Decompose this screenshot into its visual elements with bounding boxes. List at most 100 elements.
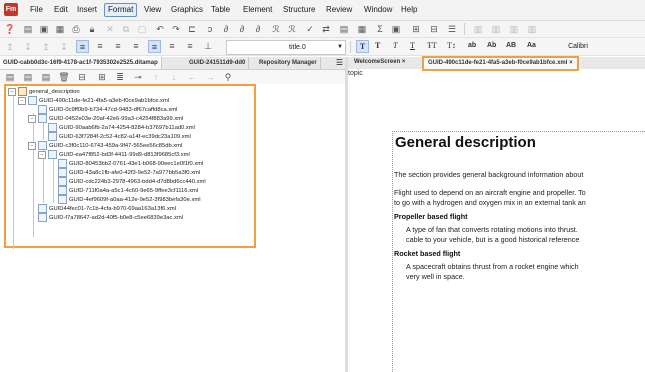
- document-page[interactable]: General description The section provides…: [392, 131, 645, 372]
- italic-button[interactable]: T: [393, 40, 397, 52]
- align-right-icon[interactable]: ≡: [112, 40, 124, 52]
- list-icon[interactable]: ☰: [446, 23, 458, 35]
- tree-root[interactable]: − general_description: [8, 87, 80, 96]
- document-editor[interactable]: General description The section provides…: [348, 80, 645, 372]
- undo-icon[interactable]: ↶: [154, 23, 166, 35]
- menu-table[interactable]: Table: [208, 4, 233, 16]
- copy-icon[interactable]: ⧉: [120, 23, 132, 35]
- section-paragraph-line[interactable]: cable to your vehicle, but is a good his…: [406, 235, 579, 245]
- tree-item[interactable]: − GUID-490c11de-fe21-4fa5-a3eb-f0ce9ab1bf…: [18, 96, 169, 105]
- tree-item[interactable]: − GUID-ea47f852-bd3f-4411-99d9-d813f9685c…: [38, 150, 190, 159]
- table-col-icon[interactable]: ▥: [490, 23, 502, 35]
- tree-item[interactable]: GUID-0c9ff0b9-b734-47cd-9483-df67caffd8c…: [38, 105, 177, 114]
- help-icon[interactable]: ❓: [4, 23, 16, 35]
- element-breadcrumb[interactable]: topic: [348, 69, 363, 79]
- marker-icon[interactable]: ∂: [252, 23, 264, 35]
- body-paragraph-line[interactable]: to go with a hydrogen and oxygen mix in …: [394, 198, 586, 208]
- calc-icon[interactable]: ▣: [390, 23, 402, 35]
- menu-format[interactable]: Format: [104, 3, 138, 17]
- sum-icon[interactable]: Σ: [374, 23, 386, 35]
- panel-menu-icon[interactable]: ☰: [336, 57, 343, 69]
- plain-text-button[interactable]: T: [356, 40, 369, 53]
- space-above-icon[interactable]: ↥: [40, 41, 52, 53]
- move-right-icon[interactable]: →: [204, 71, 216, 83]
- collapse-toggle-icon[interactable]: −: [18, 96, 26, 105]
- section-paragraph-line[interactable]: A type of fan that converts rotating mot…: [406, 225, 578, 235]
- link-icon[interactable]: ⊏: [186, 23, 198, 35]
- tab-welcome-screen[interactable]: WelcomeScreen ×: [350, 57, 409, 68]
- uppercase-button[interactable]: AB: [506, 40, 516, 52]
- key-icon[interactable]: ⊸: [132, 71, 144, 83]
- align-left-icon[interactable]: ≡: [76, 40, 89, 53]
- variable-icon[interactable]: ∂: [236, 23, 248, 35]
- sentence-case-button[interactable]: Aa: [527, 40, 536, 52]
- lock-icon[interactable]: 🔒︎: [86, 23, 98, 35]
- superscript-button[interactable]: T↕: [447, 40, 456, 52]
- tree-item[interactable]: GUID-80453bb2-0761-43e1-b068-90eec1e0f1f…: [58, 159, 203, 168]
- tree-item[interactable]: GUID-f7a78647-ad2d-40f5-b0e8-c5ee6839e3a…: [38, 213, 183, 222]
- translate-icon[interactable]: ⇄: [320, 23, 332, 35]
- insert-table-icon[interactable]: ▤: [338, 23, 350, 35]
- move-down-icon[interactable]: ↓: [168, 71, 180, 83]
- body-paragraph-line[interactable]: Flight used to depend on an aircraft eng…: [394, 188, 586, 198]
- section-paragraph-line[interactable]: very well in space.: [406, 272, 465, 282]
- menu-insert[interactable]: Insert: [74, 4, 100, 16]
- close-icon[interactable]: ×: [569, 60, 573, 66]
- menu-help[interactable]: Help: [398, 4, 420, 16]
- tab-stops-icon[interactable]: ⊥: [202, 40, 214, 52]
- tab-topic-file[interactable]: GUID-490c11de-fe21-4fa5-a3eb-f0ce9ab1bfc…: [422, 56, 579, 71]
- references-icon[interactable]: ⊞: [96, 71, 108, 83]
- save-icon[interactable]: ▦: [54, 23, 66, 35]
- section-heading[interactable]: Propeller based flight: [394, 212, 468, 222]
- underline-button[interactable]: T: [410, 40, 415, 52]
- line-spacing-icon[interactable]: ≡: [148, 40, 161, 53]
- menu-edit[interactable]: Edit: [51, 4, 71, 16]
- menu-window[interactable]: Window: [361, 4, 395, 16]
- media-icon[interactable]: ⊟: [428, 23, 440, 35]
- align-center-icon[interactable]: ≡: [94, 40, 106, 52]
- space-below-icon[interactable]: ↧: [58, 41, 70, 53]
- delete-icon[interactable]: 🗑︎: [58, 71, 70, 83]
- spellcheck-icon[interactable]: ✓: [304, 23, 316, 35]
- collapse-toggle-icon[interactable]: −: [8, 87, 16, 96]
- lowercase-button[interactable]: ab: [468, 40, 476, 52]
- tree-item[interactable]: − GUID-c3f0c110-6743-459a-9f47-565ee56c85…: [28, 141, 182, 150]
- menu-file[interactable]: File: [27, 4, 46, 16]
- collapse-toggle-icon[interactable]: −: [28, 141, 36, 150]
- insert-sibling-icon[interactable]: ▤: [22, 71, 34, 83]
- menu-element[interactable]: Element: [240, 4, 275, 16]
- collapse-toggle-icon[interactable]: −: [28, 114, 36, 123]
- align-justify-icon[interactable]: ≡: [130, 40, 142, 52]
- strikethrough-button[interactable]: ŦT: [427, 40, 437, 52]
- properties-icon[interactable]: ⊟: [76, 71, 88, 83]
- tree-item[interactable]: GUID44fec01-7c1b-4cfa-b970-69aa163a13f6.…: [38, 204, 176, 213]
- menu-view[interactable]: View: [141, 4, 164, 16]
- graphic-icon[interactable]: ⊞: [410, 23, 422, 35]
- menu-graphics[interactable]: Graphics: [168, 4, 206, 16]
- tab-ditamap[interactable]: GUID-cabb0d3c-16f9-4178-ac1f-7935302e252…: [0, 57, 162, 69]
- font-select[interactable]: Calibri: [548, 40, 608, 53]
- indent-right-icon[interactable]: ↧: [22, 41, 34, 53]
- table-row-icon[interactable]: ▥: [472, 23, 484, 35]
- open-icon[interactable]: ▤: [22, 23, 34, 35]
- paragraph-style-select[interactable]: title.0 ▼: [226, 40, 346, 55]
- menu-structure[interactable]: Structure: [280, 4, 318, 16]
- find-icon[interactable]: ℛ: [270, 23, 282, 35]
- structure-icon[interactable]: ≣: [114, 71, 126, 83]
- collapse-toggle-icon[interactable]: −: [38, 150, 46, 159]
- tree-item[interactable]: GUID-4ef9609f-a0aa-412e-9e52-3f983befa30…: [58, 195, 200, 204]
- titlecase-button[interactable]: Ab: [487, 40, 496, 52]
- new-icon[interactable]: ▣: [38, 23, 50, 35]
- document-title[interactable]: General description: [395, 134, 536, 151]
- spacing-double-icon[interactable]: ≡: [184, 40, 196, 52]
- insert-topicref-icon[interactable]: ▤: [40, 71, 52, 83]
- cross-ref-icon[interactable]: ∂: [220, 23, 232, 35]
- move-up-icon[interactable]: ↑: [150, 71, 162, 83]
- intro-paragraph[interactable]: The section provides general background …: [394, 170, 583, 180]
- tree-item[interactable]: GUID-cdc224b3-2978-4963-bdd4-d7d8bd6cc44…: [58, 177, 206, 186]
- menu-review[interactable]: Review: [323, 4, 355, 16]
- insert-grid-icon[interactable]: ▦: [356, 23, 368, 35]
- print-icon[interactable]: ⎙: [70, 23, 82, 35]
- tree-item[interactable]: GUID-63f7284f-2c52-4c82-a14f-ec39dc23a10…: [48, 132, 191, 141]
- table-split-icon[interactable]: ▥: [526, 23, 538, 35]
